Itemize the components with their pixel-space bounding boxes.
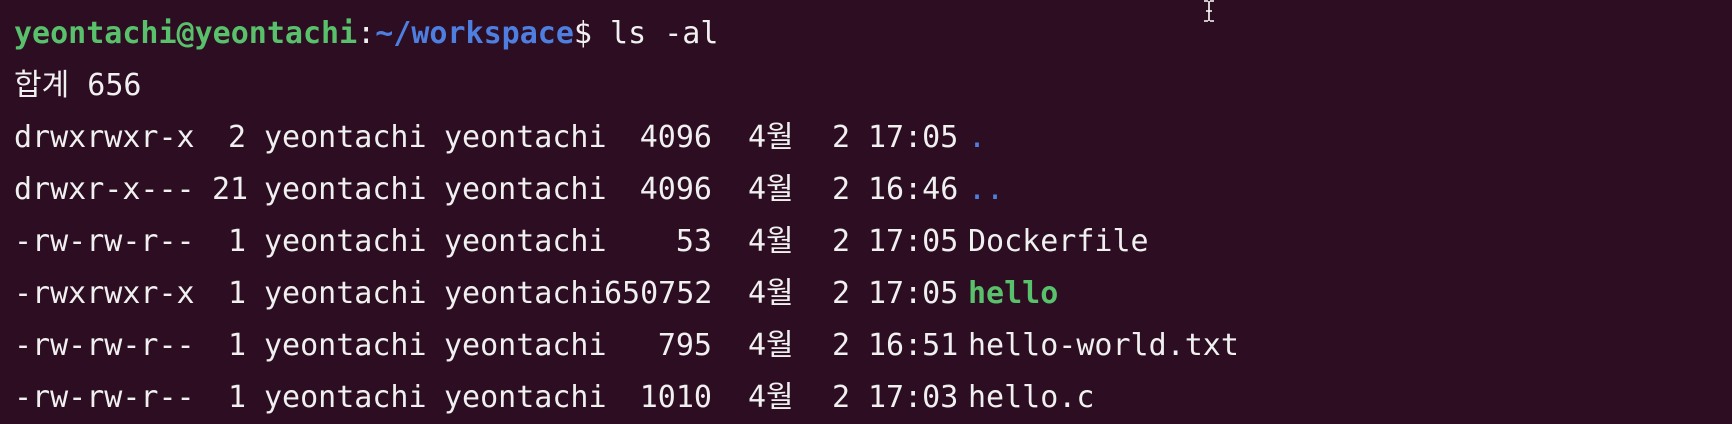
month: 4월 xyxy=(748,328,794,363)
listing-row: -rwxrwxr-x 1 yeontachi yeontachi650752 4월 2 17… xyxy=(14,268,1732,320)
prompt-separator: : xyxy=(357,16,376,51)
prompt-path: ~/workspace xyxy=(375,16,574,51)
total-line: 합계 656 xyxy=(14,68,142,103)
day: 2 xyxy=(831,172,850,207)
time: 17:05 xyxy=(868,276,959,311)
listing-row: -rw-rw-r-- 1 yeontachi yeontachi 795 4월 2 16:51… xyxy=(14,320,1732,372)
permissions: drwxr-x--- xyxy=(14,172,195,207)
owner: yeontachi xyxy=(264,172,427,207)
file-size: 4096 xyxy=(639,120,712,155)
month: 4월 xyxy=(748,120,794,155)
terminal-window[interactable]: yeontachi@yeontachi:~/workspace$ ls -al … xyxy=(0,0,1732,418)
file-name-executable: hello xyxy=(968,276,1059,311)
prompt-user-host: yeontachi@yeontachi xyxy=(14,16,358,51)
day: 2 xyxy=(831,224,850,259)
month: 4월 xyxy=(748,224,794,259)
file-name: hello-world.txt xyxy=(968,328,1239,363)
link-count: 1 xyxy=(227,224,246,259)
link-count: 1 xyxy=(227,380,246,415)
owner: yeontachi xyxy=(264,380,427,415)
file-name-directory: . xyxy=(968,120,987,155)
link-count: 1 xyxy=(227,328,246,363)
time: 16:51 xyxy=(868,328,959,363)
day: 2 xyxy=(831,380,850,415)
permissions: -rw-rw-r-- xyxy=(14,224,195,259)
listing-row: -rw-rw-r-- 1 yeontachi yeontachi 53 4월 2 17:05 D… xyxy=(14,216,1732,268)
file-size: 1010 xyxy=(639,380,712,415)
owner: yeontachi xyxy=(264,224,427,259)
group: yeontachi xyxy=(444,276,607,311)
file-size: 795 xyxy=(657,328,712,363)
command-text: ls -al xyxy=(591,16,719,51)
link-count: 2 xyxy=(227,120,246,155)
group: yeontachi xyxy=(444,172,607,207)
owner: yeontachi xyxy=(264,276,427,311)
month: 4월 xyxy=(748,276,794,311)
permissions: -rw-rw-r-- xyxy=(14,328,195,363)
month: 4월 xyxy=(748,380,794,415)
file-size: 650752 xyxy=(604,276,713,311)
time: 17:05 xyxy=(868,120,959,155)
day: 2 xyxy=(831,328,850,363)
link-count: 1 xyxy=(227,276,246,311)
day: 2 xyxy=(831,120,850,155)
time: 16:46 xyxy=(868,172,959,207)
permissions: drwxrwxr-x xyxy=(14,120,195,155)
prompt-line: yeontachi@yeontachi:~/workspace$ ls -al xyxy=(14,8,1732,60)
group: yeontachi xyxy=(444,224,607,259)
file-size: 4096 xyxy=(639,172,712,207)
listing-row: drwxr-x--- 21 yeontachi yeontachi 4096 4월 2 16:… xyxy=(14,164,1732,216)
link-count: 21 xyxy=(212,172,249,207)
owner: yeontachi xyxy=(264,328,427,363)
group: yeontachi xyxy=(444,120,607,155)
day: 2 xyxy=(831,276,850,311)
file-name: Dockerfile xyxy=(968,224,1149,259)
listing-row: drwxrwxr-x 2 yeontachi yeontachi 4096 4월 2 17:0… xyxy=(14,112,1732,164)
time: 17:05 xyxy=(868,224,959,259)
owner: yeontachi xyxy=(264,120,427,155)
text-cursor-icon xyxy=(1204,0,1214,22)
listing-row: -rw-rw-r-- 1 yeontachi yeontachi 1010 4월 2 17:0… xyxy=(14,372,1732,424)
group: yeontachi xyxy=(444,328,607,363)
file-name-directory: .. xyxy=(968,172,1005,207)
group: yeontachi xyxy=(444,380,607,415)
permissions: -rw-rw-r-- xyxy=(14,380,195,415)
month: 4월 xyxy=(748,172,794,207)
file-size: 53 xyxy=(675,224,712,259)
time: 17:03 xyxy=(868,380,959,415)
prompt-symbol: $ xyxy=(573,16,592,51)
permissions: -rwxrwxr-x xyxy=(14,276,195,311)
file-name: hello.c xyxy=(968,380,1095,415)
